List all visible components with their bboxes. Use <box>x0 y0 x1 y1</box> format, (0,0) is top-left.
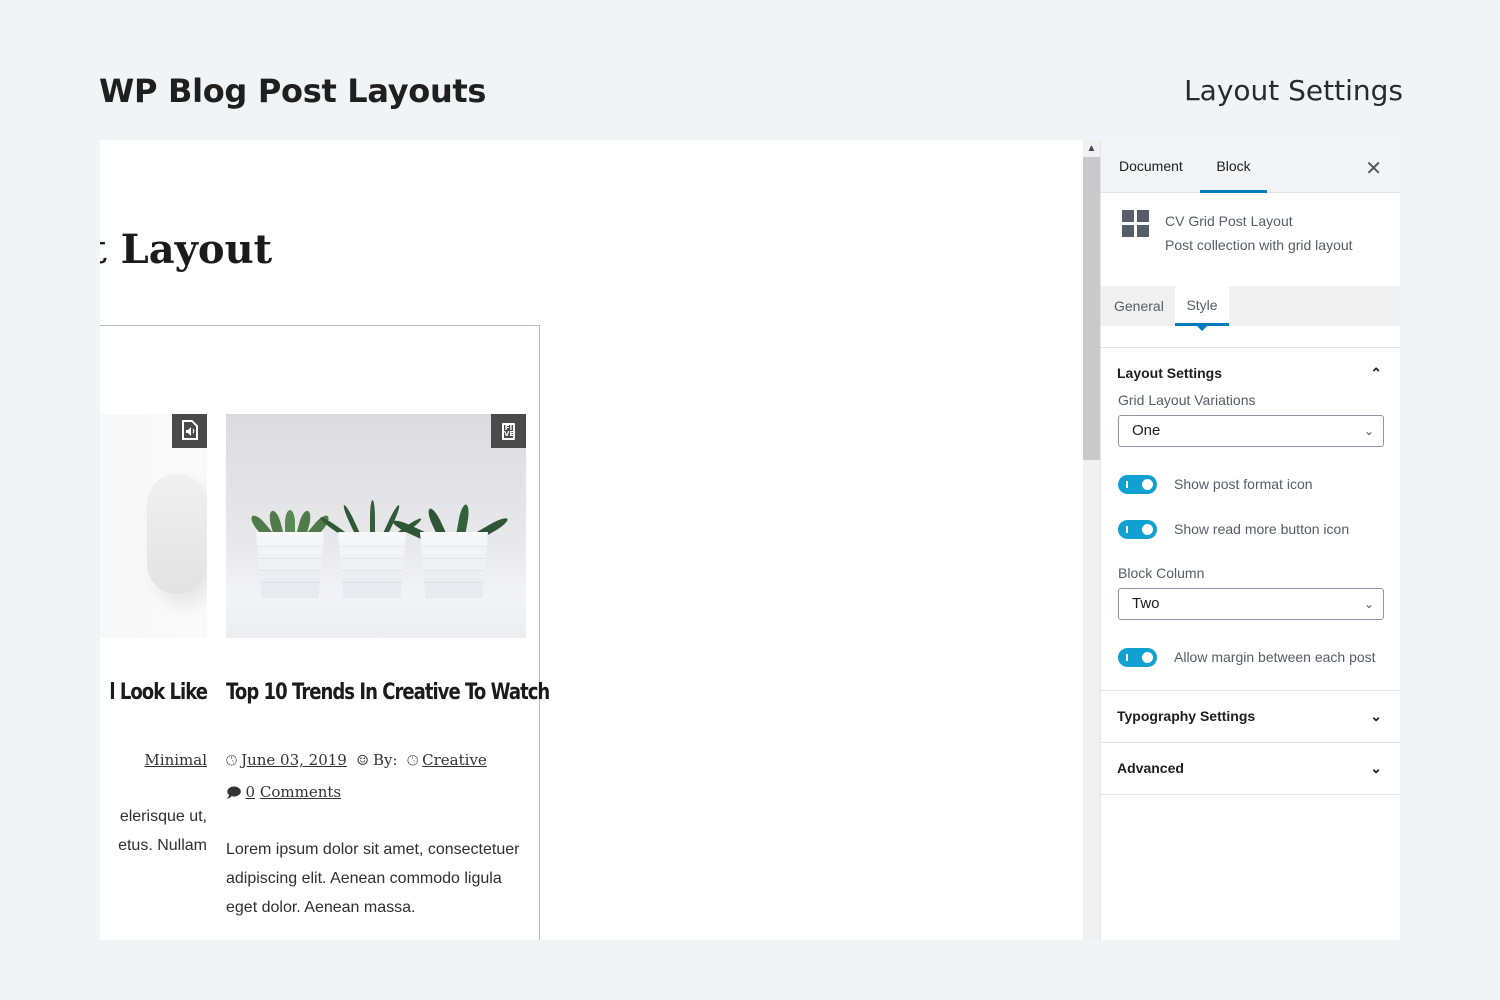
excerpt-line: etus. Nullam <box>118 837 207 854</box>
editor-scrollbar[interactable]: ▲ <box>1083 140 1100 940</box>
author-label: By: <box>372 751 398 769</box>
panel-title: Advanced <box>1117 760 1184 776</box>
chevron-down-icon: ⌄ <box>1363 597 1374 611</box>
section-title: Layout Settings <box>1184 74 1403 107</box>
sidebar-tabs: Document Block ✕ <box>1101 140 1400 193</box>
post-margin-toggle[interactable] <box>1118 647 1157 667</box>
comments-count[interactable]: 0 <box>246 783 256 801</box>
typography-settings-panel[interactable]: Typography Settings ⌄ <box>1101 691 1400 743</box>
page-title: WP Blog Post Layouts <box>99 72 487 110</box>
block-column-select[interactable]: Two ⌄ <box>1118 588 1384 620</box>
panel-title: Layout Settings <box>1117 365 1223 381</box>
post-meta: 🕓︎ June 03, 2019 ☺ By: 🕓︎ Creative 🗩︎ 0 Comm… <box>226 745 526 809</box>
chevron-down-icon: ⌄ <box>1370 760 1382 776</box>
scroll-up-icon[interactable]: ▲ <box>1083 140 1100 157</box>
tab-style[interactable]: Style <box>1175 286 1229 331</box>
comments-link[interactable]: Comments <box>260 783 341 801</box>
layout-settings-panel: Layout Settings ⌃ Grid Layout Variations… <box>1101 348 1400 691</box>
post-meta: Minimal <box>100 745 207 776</box>
chevron-down-icon: ⌄ <box>1363 424 1374 438</box>
toggle-label: Allow margin between each post <box>1174 649 1376 665</box>
post-card: FI VE Top 10 Trends In Creative To Watch… <box>226 414 550 922</box>
block-name: CV Grid Post Layout <box>1165 213 1293 229</box>
tab-document[interactable]: Document <box>1119 140 1183 193</box>
block-description: Post collection with grid layout <box>1165 237 1353 253</box>
toggle-row: Show read more button icon <box>1118 518 1384 540</box>
date-link[interactable]: June 03, 2019 <box>241 751 347 769</box>
audio-file-icon <box>181 419 198 443</box>
clock-icon: 🕓︎ <box>407 753 419 769</box>
plant-image <box>248 506 332 540</box>
cup-image <box>147 474 207 594</box>
post-excerpt: Lorem ipsum dolor sit amet, consectetuer… <box>226 841 520 916</box>
user-icon: ☺ <box>356 753 369 769</box>
excerpt-line: elerisque ut, <box>119 808 207 825</box>
advanced-toggle[interactable]: Advanced ⌄ <box>1101 743 1400 794</box>
block-column-label: Block Column <box>1118 565 1205 581</box>
typography-settings-toggle[interactable]: Typography Settings ⌄ <box>1101 691 1400 742</box>
toggle-label: Show read more button icon <box>1174 521 1350 537</box>
chevron-up-icon: ⌃ <box>1370 365 1382 381</box>
toggle-row: Allow margin between each post <box>1118 646 1384 668</box>
scroll-thumb[interactable] <box>1083 157 1100 460</box>
read-more-icon-toggle[interactable] <box>1118 519 1157 539</box>
grid-variation-select[interactable]: One ⌄ <box>1118 415 1384 447</box>
post-format-icon-toggle[interactable] <box>1118 474 1157 494</box>
post-image[interactable]: FI VE <box>226 414 526 638</box>
comment-icon: 🗩︎ <box>226 785 242 801</box>
advanced-panel[interactable]: Advanced ⌄ <box>1101 743 1400 795</box>
pot <box>420 532 488 598</box>
panel-tabs: General Style <box>1101 286 1400 331</box>
post-title[interactable]: Post Layout <box>100 226 272 273</box>
pot <box>256 532 324 598</box>
post-format-badge <box>172 414 207 448</box>
plant-image <box>391 503 510 540</box>
chevron-down-icon: ⌄ <box>1370 708 1382 724</box>
category-link[interactable]: Minimal <box>144 751 207 769</box>
grid-icon <box>1122 210 1149 237</box>
select-value: One <box>1132 422 1161 439</box>
post-title-link[interactable]: l Look Like <box>100 680 208 705</box>
block-card: CV Grid Post Layout Post collection with… <box>1101 193 1400 286</box>
toggle-row: Show post format icon <box>1118 473 1384 495</box>
tab-block[interactable]: Block <box>1200 140 1267 193</box>
post-format-badge: FI VE <box>491 414 526 448</box>
close-icon[interactable]: ✕ <box>1365 156 1382 181</box>
clock-icon: 🕓︎ <box>226 753 238 769</box>
settings-sidebar: Document Block ✕ CV Grid Post Layout Pos… <box>1100 140 1400 940</box>
pot <box>338 532 406 598</box>
category-link[interactable]: Creative <box>422 751 487 769</box>
post-card: l Look Like Minimal elerisque ut, etus. … <box>100 414 208 860</box>
tab-general[interactable]: General <box>1114 286 1164 326</box>
editor-canvas: Post Layout t l Look Like Minimal eleris… <box>100 140 1083 940</box>
gallery-icon: FI VE <box>502 422 515 440</box>
select-value: Two <box>1132 595 1160 612</box>
panel-title: Typography Settings <box>1117 708 1256 724</box>
post-excerpt: elerisque ut, etus. Nullam <box>100 802 207 860</box>
post-image[interactable] <box>100 414 207 638</box>
post-title-link[interactable]: Top 10 Trends In Creative To Watch <box>226 680 550 705</box>
toggle-label: Show post format icon <box>1174 476 1313 492</box>
layout-settings-toggle[interactable]: Layout Settings ⌃ <box>1101 348 1400 399</box>
